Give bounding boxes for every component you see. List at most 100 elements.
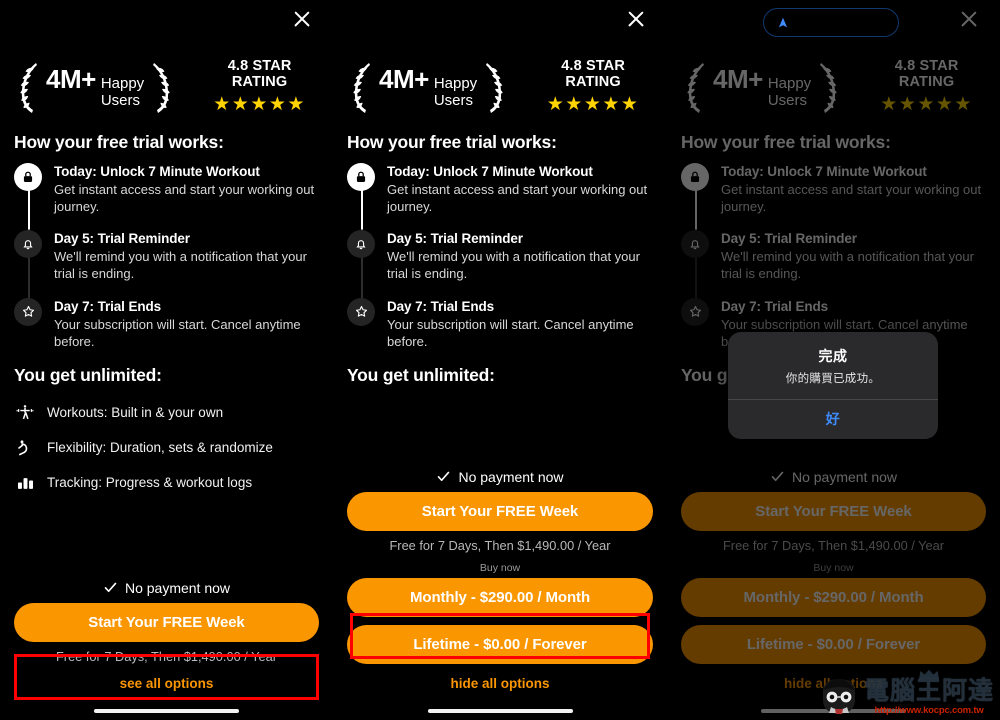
alert-message: 你的購買已成功。: [785, 373, 881, 385]
timeline-step-desc: Get instant access and start your workin…: [387, 182, 648, 215]
watermark-face-icon: [822, 679, 855, 714]
timeline-step-desc: Your subscription will start. Cancel any…: [387, 316, 634, 349]
close-icon[interactable]: [958, 8, 980, 30]
timeline-step-title: Today: Unlock 7 Minute Workout: [54, 164, 260, 179]
start-free-week-button[interactable]: Start Your FREE Week: [347, 491, 653, 531]
feature-text: Workouts: Built in & your own: [47, 405, 224, 421]
timeline-step-title: Day 7: Trial Ends: [387, 298, 495, 314]
trial-heading: How your free trial works:: [347, 132, 557, 152]
laurel-right-icon: [820, 63, 837, 113]
trial-heading: How your free trial works:: [14, 132, 224, 152]
cta-block-expanded: No payment now Start Your FREE Week Free…: [333, 459, 667, 720]
feature-text: Flexibility: Duration, sets & randomize: [47, 440, 273, 456]
check-icon: [104, 582, 117, 593]
laurel-right-icon: [486, 63, 503, 113]
bar-chart-icon: [14, 472, 36, 494]
unlimited-heading: You get unlimited:: [14, 364, 162, 385]
location-status-pill[interactable]: [763, 8, 899, 37]
no-payment-text: No payment now: [124, 579, 231, 596]
bell-icon: [347, 230, 375, 259]
watermark-text: 電腦王阿達: [863, 677, 994, 705]
trial-timeline: Today: Unlock 7 Minute Workout Get insta…: [667, 153, 1000, 350]
lock-icon: [14, 163, 42, 191]
start-free-week-button[interactable]: Start Your FREE Week: [681, 491, 986, 531]
lifetime-plan-button[interactable]: Lifetime - $0.00 / Forever: [681, 624, 986, 664]
laurel-left-icon: [687, 63, 704, 113]
timeline-step-desc: We'll remind you with a notification tha…: [721, 249, 974, 282]
happy-users-badge: 4M+ Happy Users: [14, 59, 176, 115]
lock-icon: [347, 163, 375, 191]
lifetime-plan-button[interactable]: Lifetime - $0.00 / Forever: [347, 624, 653, 664]
timeline-step-desc: We'll remind you with a notification tha…: [54, 249, 307, 282]
paywall-panel-expanded: 4M+ Happy Users 4.8 STAR RATING ★★★★★ Ho…: [333, 0, 667, 720]
star-icon: [681, 297, 709, 326]
timeline-step-title: Day 5: Trial Reminder: [54, 231, 190, 247]
trial-heading: How your free trial works:: [681, 132, 891, 152]
location-arrow-icon: [778, 17, 788, 27]
timeline-step-desc: Get instant access and start your workin…: [721, 182, 982, 215]
panel-topbar: [333, 0, 667, 48]
price-note: Free for 7 Days, Then $1,490.00 / Year: [55, 648, 277, 664]
close-icon[interactable]: [625, 8, 647, 30]
social-proof-badges: 4M+ Happy Users 4.8 STAR RATING ★★★★★: [667, 48, 1000, 116]
happy-users-label-1: Happy: [100, 75, 145, 93]
happy-users-label-2: Users: [767, 92, 807, 109]
timeline-step: Day 7: Trial Ends Your subscription will…: [347, 297, 653, 350]
watermark-url: http://www.kocpc.com.tw: [874, 705, 984, 716]
buy-now-label: Buy now: [479, 561, 521, 574]
timeline-step: Today: Unlock 7 Minute Workout Get insta…: [14, 163, 319, 215]
timeline-step-title: Day 7: Trial Ends: [54, 298, 162, 314]
happy-users-count: 4M+: [713, 64, 763, 95]
alert-ok-button[interactable]: 好: [728, 400, 938, 439]
check-icon: [771, 471, 784, 482]
workout-figure-icon: [14, 402, 36, 424]
happy-users-label-2: Users: [100, 92, 140, 109]
no-payment-text: No payment now: [458, 468, 564, 485]
timeline-step-desc: We'll remind you with a notification tha…: [387, 249, 640, 282]
star-icon: [14, 297, 42, 326]
happy-users-badge: 4M+ Happy Users: [347, 59, 509, 115]
happy-users-label-1: Happy: [433, 75, 478, 93]
alert-body: 完成 你的購買已成功。: [728, 332, 938, 399]
timeline-step: Day 5: Trial Reminder We'll remind you w…: [14, 230, 319, 282]
stretching-figure-icon: [14, 437, 36, 459]
no-payment-text: No payment now: [791, 468, 898, 485]
timeline-step: Day 5: Trial Reminder We'll remind you w…: [347, 230, 653, 282]
timeline-step: Day 7: Trial Ends Your subscription will…: [14, 297, 319, 350]
rating-label: 4.8 STAR RATING: [561, 58, 625, 90]
close-icon[interactable]: [291, 8, 313, 30]
no-payment-note: No payment now: [681, 460, 986, 492]
timeline-step-title: Today: Unlock 7 Minute Workout: [387, 164, 593, 179]
laurel-right-icon: [153, 63, 170, 113]
monthly-plan-button[interactable]: Monthly - $290.00 / Month: [681, 577, 986, 617]
buy-now-label: Buy now: [813, 561, 854, 574]
timeline-step-title: Today: Unlock 7 Minute Workout: [721, 164, 927, 179]
hide-all-options-button[interactable]: hide all options: [347, 664, 653, 703]
happy-users-label-1: Happy: [767, 75, 812, 93]
star-rating-badge: 4.8 STAR RATING ★★★★★: [200, 58, 319, 116]
laurel-left-icon: [20, 63, 37, 113]
alert-title: 完成: [818, 348, 848, 364]
home-indicator: [427, 708, 573, 713]
timeline-step-title: Day 5: Trial Reminder: [387, 231, 523, 247]
social-proof-badges: 4M+ Happy Users 4.8 STAR RATING ★★★★★: [0, 48, 333, 116]
check-icon: [438, 471, 450, 482]
happy-users-badge: 4M+ Happy Users: [681, 59, 843, 115]
trial-timeline: Today: Unlock 7 Minute Workout Get insta…: [0, 153, 333, 350]
monthly-plan-button[interactable]: Monthly - $290.00 / Month: [347, 577, 653, 617]
lock-icon: [681, 163, 709, 191]
start-free-week-button[interactable]: Start Your FREE Week: [14, 602, 319, 642]
happy-users-label-2: Users: [433, 92, 473, 109]
purchase-success-alert: 完成 你的購買已成功。 好: [728, 332, 938, 439]
watermark: 電腦王阿達 http://www.kocpc.com.tw: [817, 669, 994, 716]
timeline-step-desc: Your subscription will start. Cancel any…: [54, 316, 301, 349]
feature-item: Flexibility: Duration, sets & randomize: [14, 437, 319, 459]
see-all-options-button[interactable]: see all options: [14, 664, 319, 703]
stars-icon: ★★★★★: [880, 94, 973, 115]
laurel-left-icon: [353, 63, 370, 113]
bell-icon: [14, 230, 42, 259]
star-rating-badge: 4.8 STAR RATING ★★★★★: [533, 58, 653, 116]
timeline-step: Day 5: Trial Reminder We'll remind you w…: [681, 230, 986, 282]
rating-label: 4.8 STAR RATING: [894, 58, 959, 90]
unlimited-heading: You get unlimited:: [347, 364, 495, 385]
